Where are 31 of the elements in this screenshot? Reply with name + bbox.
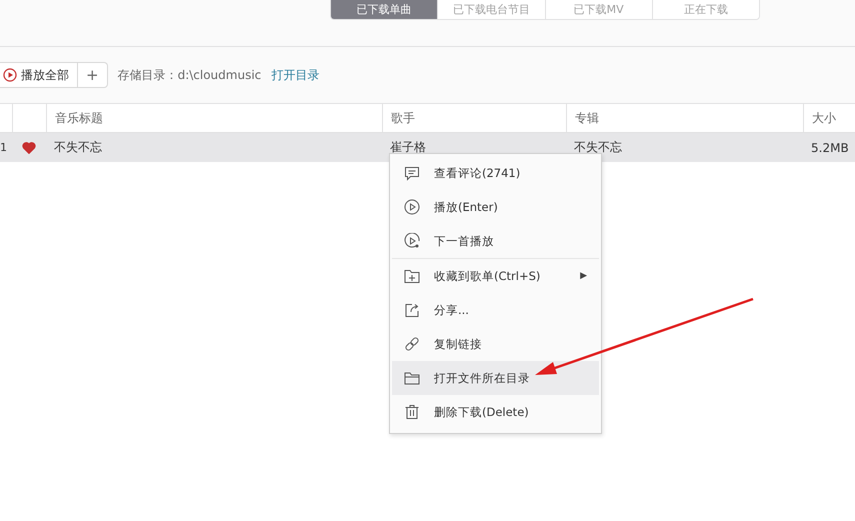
artist-name: 崔子格: [389, 139, 427, 156]
menu-item[interactable]: 删除下载(Delete): [392, 395, 599, 429]
comment-icon: [404, 165, 420, 181]
column-header[interactable]: 专辑: [566, 104, 803, 132]
file-size: 5.2MB: [810, 140, 850, 154]
song-title: 不失不忘: [53, 139, 103, 156]
storage-path: 存储目录：d:\cloudmusic: [118, 66, 262, 84]
column-header[interactable]: 歌手: [382, 104, 566, 132]
play-icon: [3, 68, 17, 82]
column-header[interactable]: 大小: [803, 104, 855, 132]
row-number: 1: [0, 141, 8, 154]
folder-plus-icon: [404, 268, 420, 284]
heart-icon[interactable]: [22, 142, 36, 154]
menu-item[interactable]: 播放(Enter): [392, 190, 599, 224]
menu-item[interactable]: 复制链接: [392, 327, 599, 361]
play-icon: [404, 199, 420, 215]
play-next-icon: [404, 233, 420, 249]
column-header[interactable]: 音乐标题: [46, 104, 382, 132]
menu-item[interactable]: 分享...: [392, 293, 599, 327]
folder-icon: [404, 370, 420, 386]
menu-item[interactable]: 下一首播放: [392, 224, 599, 258]
link-icon: [404, 336, 420, 352]
table-row[interactable]: 1 不失不忘 崔子格 不失不忘 5.2MB: [0, 133, 855, 162]
open-folder-link[interactable]: 打开目录: [271, 66, 320, 84]
menu-item[interactable]: 打开文件所在目录: [392, 361, 599, 395]
submenu-arrow-icon: ▶: [580, 271, 587, 281]
album-name: 不失不忘: [573, 139, 623, 156]
trash-icon: [404, 404, 420, 420]
menu-item[interactable]: 收藏到歌单(Ctrl+S) ▶: [392, 259, 599, 293]
tab[interactable]: 已下载单曲: [331, 0, 438, 19]
share-icon: [404, 302, 420, 318]
